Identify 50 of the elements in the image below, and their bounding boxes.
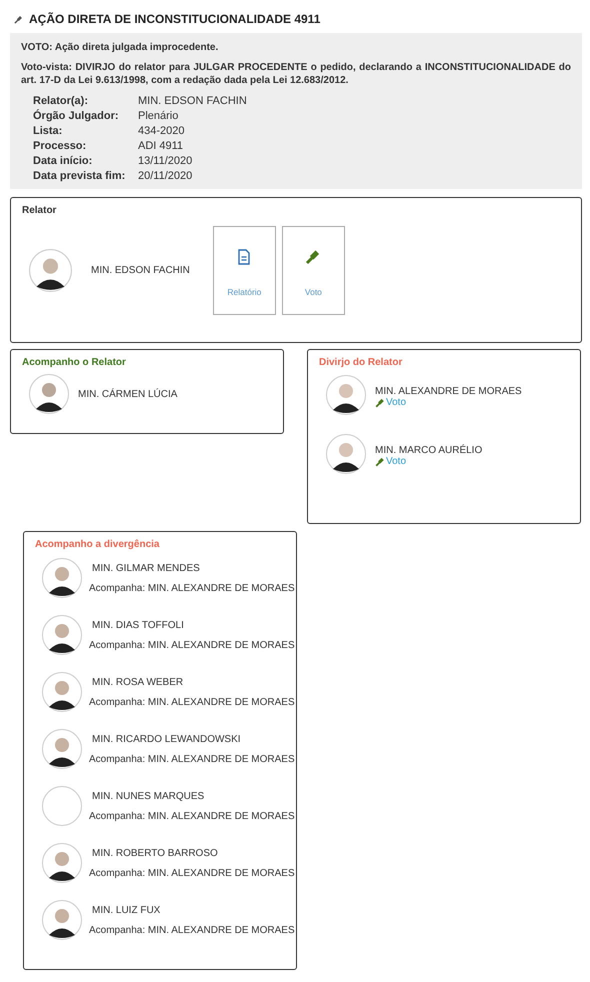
- card-heading: Acompanho o Relator: [21, 356, 127, 368]
- member-name: MIN. ALEXANDRE DE MORAES: [375, 386, 522, 397]
- field-label: Processo:: [33, 139, 88, 154]
- follows-text: Acompanha: MIN. ALEXANDRE DE MORAES: [89, 583, 295, 594]
- vote-link[interactable]: Voto: [375, 456, 482, 467]
- follows-text: Acompanha: MIN. ALEXANDRE DE MORAES: [89, 754, 295, 765]
- field-value: 434-2020: [138, 124, 186, 139]
- vote-link[interactable]: Voto: [375, 397, 522, 408]
- field-value: ADI 4911: [138, 139, 184, 154]
- document-icon: [236, 249, 252, 265]
- member-name: MIN. ROBERTO BARROSO: [91, 848, 219, 859]
- field-label: Lista:: [33, 124, 64, 139]
- field-value: 20/11/2020: [138, 169, 194, 184]
- document-tile-button[interactable]: Relatório: [212, 226, 276, 315]
- card-heading: Relator: [21, 204, 58, 216]
- follows-text: Acompanha: MIN. ALEXANDRE DE MORAES: [89, 697, 295, 708]
- document-tile-button[interactable]: Voto: [282, 226, 345, 315]
- gavel-icon: [14, 14, 23, 24]
- gavel-icon: [375, 456, 385, 466]
- field-label: Órgão Julgador:: [33, 109, 120, 124]
- avatar: [29, 249, 72, 292]
- page-title: AÇÃO DIRETA DE INCONSTITUCIONALIDADE 4911: [29, 12, 320, 26]
- member-name: MIN. NUNES MARQUES: [91, 791, 206, 802]
- member-name: MIN. RICARDO LEWANDOWSKI: [91, 734, 242, 745]
- avatar: [29, 374, 69, 414]
- vote-text: VOTO: Ação direta julgada improcedente.: [21, 41, 220, 54]
- member-name: MIN. MARCO AURÉLIO: [375, 445, 482, 456]
- member-name: MIN. EDSON FACHIN: [91, 265, 190, 276]
- field-value: 13/11/2020: [138, 154, 194, 169]
- follows-text: Acompanha: MIN. ALEXANDRE DE MORAES: [89, 868, 295, 879]
- follows-text: Acompanha: MIN. ALEXANDRE DE MORAES: [89, 811, 295, 822]
- avatar: [326, 375, 366, 415]
- field-value: MIN. EDSON FACHIN: [138, 94, 248, 109]
- field-label: Relator(a):: [33, 94, 90, 109]
- member-name: MIN. CÁRMEN LÚCIA: [78, 388, 178, 400]
- member-name: MIN. ROSA WEBER: [91, 677, 184, 688]
- gavel-icon: [305, 249, 322, 265]
- avatar: [326, 434, 366, 474]
- card-heading: Acompanho a divergência: [34, 538, 160, 550]
- field-label: Data início:: [33, 154, 94, 169]
- follows-text: Acompanha: MIN. ALEXANDRE DE MORAES: [89, 925, 295, 936]
- card-heading: Divirjo do Relator: [318, 356, 404, 368]
- member-name: MIN. DIAS TOFFOLI: [91, 620, 185, 631]
- gavel-icon: [375, 398, 385, 408]
- member-name: MIN. GILMAR MENDES: [91, 563, 201, 574]
- follows-text: Acompanha: MIN. ALEXANDRE DE MORAES: [89, 640, 295, 651]
- field-label: Data prevista fim:: [33, 169, 126, 184]
- member-name: MIN. LUIZ FUX: [91, 905, 162, 916]
- vote-view-text: Voto-vista: DIVIRJO do relator para JULGAR PROCEDENTE o pedido, declarando a INCONSTITUCIONALIDADE do art. 17-D da Lei 9.613/1998, com a redação dada pela Lei 12.683/2012.: [21, 61, 571, 87]
- field-value: Plenário: [138, 109, 180, 124]
